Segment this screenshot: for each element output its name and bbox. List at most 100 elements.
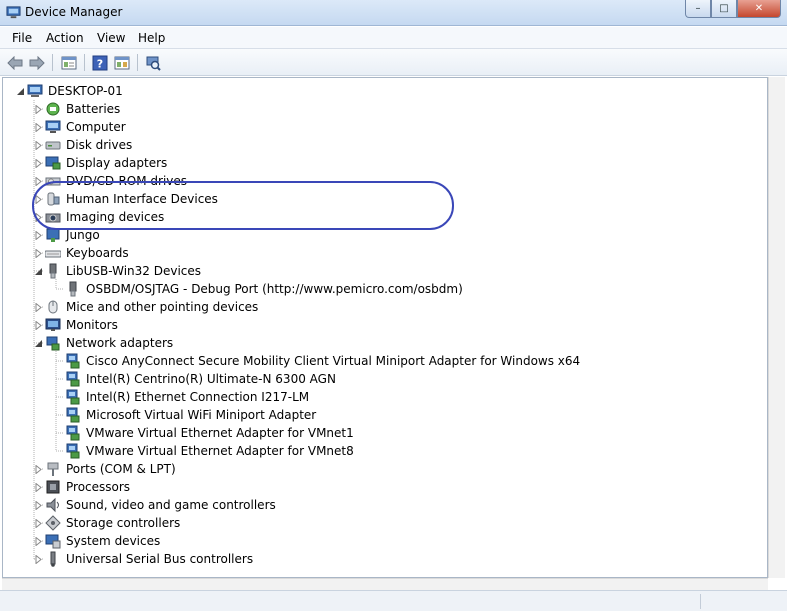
usb-plug-icon <box>69 281 77 297</box>
expander-display-adapter[interactable] <box>34 158 43 168</box>
category-keyboard[interactable]: Keyboards <box>45 244 129 262</box>
category-disk-drive[interactable]: Disk drives <box>45 136 132 154</box>
device-item[interactable]: Intel(R) Ethernet Connection I217-LM <box>65 388 309 406</box>
expander-dvd-drive[interactable] <box>34 176 43 186</box>
tree-node-label: System devices <box>66 534 161 548</box>
tree-node-label: Sound, video and game controllers <box>66 498 276 512</box>
category-monitor[interactable]: Monitors <box>45 316 118 334</box>
category-port[interactable]: Ports (COM & LPT) <box>45 460 176 478</box>
back-button[interactable] <box>5 53 25 72</box>
tree-node-label: Storage controllers <box>66 516 181 530</box>
show-hidden-icon <box>114 56 130 69</box>
vertical-scrollbar[interactable] <box>768 77 785 578</box>
menu-help[interactable]: Help <box>138 31 165 45</box>
device-item[interactable]: Intel(R) Centrino(R) Ultimate-N 6300 AGN <box>65 370 336 388</box>
tree-node-label: Intel(R) Ethernet Connection I217-LM <box>86 390 310 404</box>
menu-action[interactable]: Action <box>46 31 84 45</box>
help-icon: ? <box>92 55 108 70</box>
port-icon <box>47 462 59 476</box>
category-dvd-drive[interactable]: DVD/CD-ROM drives <box>45 172 187 190</box>
expander-port[interactable] <box>34 464 43 474</box>
category-storage-controller[interactable]: Storage controllers <box>45 514 180 532</box>
expander-battery[interactable] <box>34 104 43 114</box>
monitor-icon <box>45 318 61 331</box>
tree-node-label: Human Interface Devices <box>66 192 218 206</box>
show-hidden-button[interactable] <box>112 53 132 72</box>
sound-icon <box>46 497 59 513</box>
tree-root[interactable]: DESKTOP-01 <box>27 82 123 100</box>
net-device-icon <box>66 353 80 369</box>
network-adapter-icon <box>46 336 60 351</box>
tree-node-label: VMware Virtual Ethernet Adapter for VMne… <box>86 426 354 440</box>
storage-controller-icon <box>45 515 61 531</box>
expander-jungo[interactable] <box>34 230 43 240</box>
expander-sound[interactable] <box>34 500 43 510</box>
tree-node-label: Universal Serial Bus controllers <box>66 552 254 566</box>
tree-node-label: Cisco AnyConnect Secure Mobility Client … <box>86 354 581 368</box>
expander-network-adapter[interactable] <box>34 339 43 348</box>
net-device-icon <box>66 425 80 441</box>
category-processor[interactable]: Processors <box>45 478 130 496</box>
net-device-icon <box>66 407 80 423</box>
category-display-adapter[interactable]: Display adapters <box>45 154 167 172</box>
expander-keyboard[interactable] <box>34 248 43 258</box>
device-item[interactable]: VMware Virtual Ethernet Adapter for VMne… <box>65 424 354 442</box>
menu-view[interactable]: View <box>97 31 125 45</box>
device-item[interactable]: VMware Virtual Ethernet Adapter for VMne… <box>65 442 354 460</box>
net-device-icon <box>66 443 80 459</box>
properties-button[interactable] <box>59 53 79 72</box>
category-usb-controller[interactable]: Universal Serial Bus controllers <box>45 550 253 568</box>
tree-node-label: Imaging devices <box>66 210 165 224</box>
svg-text:?: ? <box>97 57 103 70</box>
category-hid[interactable]: Human Interface Devices <box>45 190 218 208</box>
category-usb-plug[interactable]: LibUSB-Win32 Devices <box>45 262 201 280</box>
expander-storage-controller[interactable] <box>34 518 43 528</box>
maximize-button[interactable]: □ <box>711 0 737 18</box>
hid-icon <box>47 192 60 206</box>
device-tree[interactable]: DESKTOP-01 Batteries Computer Disk drives Di… <box>2 77 768 578</box>
tree-node-label: VMware Virtual Ethernet Adapter for VMne… <box>86 444 354 458</box>
title-bar: Device Manager – □ ✕ <box>0 0 787 26</box>
category-battery[interactable]: Batteries <box>45 100 120 118</box>
expander-processor[interactable] <box>34 482 43 492</box>
tree-node-label: Batteries <box>66 102 121 116</box>
tree-node-label: OSBDM/OSJTAG - Debug Port (http://www.pe… <box>86 282 463 296</box>
computer-icon <box>45 120 61 133</box>
category-jungo[interactable]: Jungo <box>45 226 100 244</box>
category-network-adapter[interactable]: Network adapters <box>45 334 173 352</box>
horizontal-scrollbar[interactable] <box>2 578 768 590</box>
expander-mouse[interactable] <box>34 302 43 312</box>
expander-usb-plug[interactable] <box>34 267 43 276</box>
usb-plug-icon <box>49 263 57 279</box>
back-arrow-icon <box>7 55 23 70</box>
category-system-devices[interactable]: System devices <box>45 532 160 550</box>
keyboard-icon <box>45 250 61 258</box>
tree-node-label: Computer <box>66 120 126 134</box>
category-sound[interactable]: Sound, video and game controllers <box>45 496 276 514</box>
device-item[interactable]: Cisco AnyConnect Secure Mobility Client … <box>65 352 580 370</box>
device-item[interactable]: OSBDM/OSJTAG - Debug Port (http://www.pe… <box>65 280 463 298</box>
system-devices-icon <box>45 534 61 549</box>
close-button[interactable]: ✕ <box>737 0 781 18</box>
expander-monitor[interactable] <box>34 320 43 330</box>
tree-node-label: Disk drives <box>66 138 133 152</box>
expander-computer[interactable] <box>34 122 43 132</box>
expander-camera[interactable] <box>34 212 43 222</box>
minimize-button[interactable]: – <box>685 0 711 18</box>
menu-file[interactable]: File <box>12 31 32 45</box>
status-bar <box>0 590 787 611</box>
expander-hid[interactable] <box>34 194 43 204</box>
category-computer[interactable]: Computer <box>45 118 126 136</box>
forward-button[interactable] <box>27 53 47 72</box>
expander-usb-controller[interactable] <box>34 554 43 564</box>
category-camera[interactable]: Imaging devices <box>45 208 164 226</box>
root-expander[interactable] <box>16 87 25 96</box>
help-button[interactable]: ? <box>90 53 110 72</box>
scan-hardware-button[interactable] <box>143 53 163 72</box>
expander-system-devices[interactable] <box>34 536 43 546</box>
net-device-icon <box>66 389 80 405</box>
category-mouse[interactable]: Mice and other pointing devices <box>45 298 258 316</box>
expander-disk-drive[interactable] <box>34 140 43 150</box>
window-title: Device Manager <box>25 5 123 19</box>
device-item[interactable]: Microsoft Virtual WiFi Miniport Adapter <box>65 406 316 424</box>
